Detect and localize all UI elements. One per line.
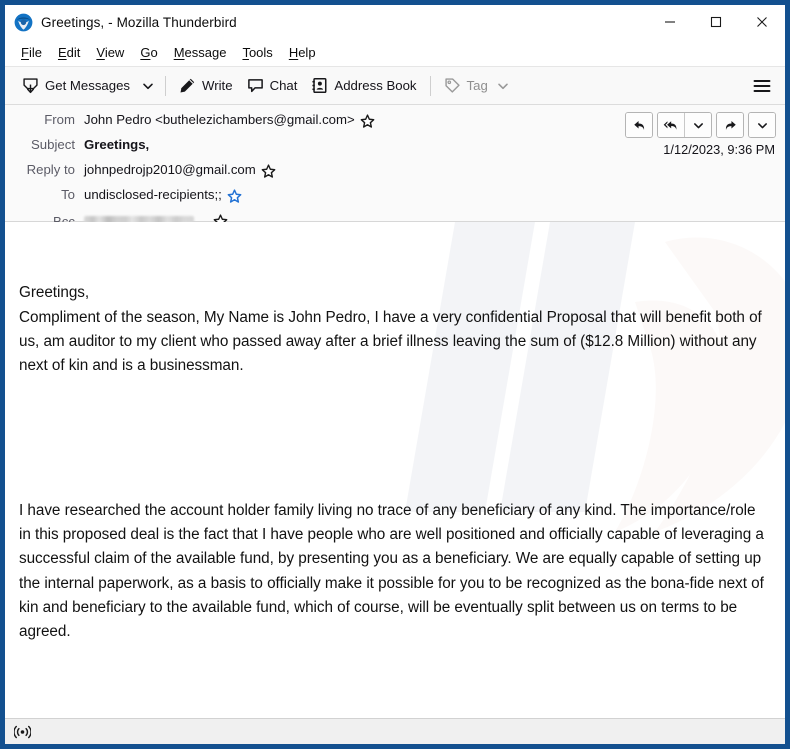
address-book-label: Address Book	[334, 78, 417, 93]
message-date: 1/12/2023, 9:36 PM	[663, 142, 775, 157]
to-value[interactable]: undisclosed-recipients;;	[84, 187, 222, 202]
from-label: From	[44, 112, 75, 127]
close-button[interactable]	[739, 5, 785, 39]
menu-go[interactable]: Go	[132, 42, 165, 64]
minimize-icon	[665, 21, 675, 23]
address-book-icon	[312, 77, 327, 94]
hamburger-menu-icon	[753, 79, 770, 92]
tag-icon	[444, 78, 460, 93]
star-outline-icon[interactable]	[360, 114, 375, 129]
write-label: Write	[202, 78, 233, 93]
reply-to-label: Reply to	[26, 162, 75, 177]
to-label: To	[61, 187, 75, 202]
chat-label: Chat	[269, 78, 298, 93]
to-value-wrap: undisclosed-recipients;;	[84, 187, 242, 204]
forward-arrow-icon	[725, 120, 736, 130]
tag-button[interactable]: Tag	[437, 72, 516, 99]
tag-label: Tag	[466, 78, 488, 93]
menu-bar: File Edit View Go Message Tools Help	[5, 40, 785, 67]
get-messages-label: Get Messages	[45, 78, 131, 93]
main-toolbar: Get Messages Write Chat Address Book Tag	[5, 67, 785, 105]
write-button[interactable]: Write	[172, 72, 240, 99]
window-title: Greetings, - Mozilla Thunderbird	[41, 14, 237, 30]
address-book-button[interactable]: Address Book	[304, 72, 423, 99]
broadcast-online-glyph	[13, 725, 31, 738]
thunderbird-logo-icon	[14, 13, 33, 31]
paragraph-gap-2	[19, 693, 770, 717]
subject-label: Subject	[31, 137, 75, 152]
star-outline-icon[interactable]	[261, 164, 276, 179]
maximize-button[interactable]	[693, 5, 739, 39]
more-actions-group	[748, 112, 776, 138]
chevron-down-icon	[143, 83, 153, 89]
menu-tools[interactable]: Tools	[234, 42, 280, 64]
speech-bubble-icon	[247, 79, 263, 93]
menu-view[interactable]: View	[88, 42, 132, 64]
reply-to-value-wrap: johnpedrojp2010@gmail.com	[84, 162, 276, 179]
from-value-wrap: John Pedro <buthelezichambers@gmail.com>	[84, 112, 375, 129]
header-row-reply-to: Reply to johnpedrojp2010@gmail.com	[5, 162, 785, 187]
app-menu-button[interactable]	[748, 72, 775, 99]
toolbar-separator-2	[429, 75, 431, 96]
thunderbird-window: Greetings, - Mozilla Thunderbird File Ed…	[5, 5, 785, 744]
header-row-to: To undisclosed-recipients;;	[5, 187, 785, 212]
window-controls	[647, 5, 785, 39]
reply-arrow-icon	[633, 120, 644, 130]
chat-button[interactable]: Chat	[240, 72, 305, 99]
more-actions-button[interactable]	[749, 113, 775, 137]
email-paragraph-1: Greetings, Compliment of the season, My …	[19, 284, 762, 375]
chevron-down-icon	[757, 122, 767, 128]
message-action-buttons	[625, 112, 776, 138]
status-bar	[5, 718, 785, 744]
maximize-icon	[710, 16, 722, 28]
reply-all-group	[657, 112, 712, 138]
from-value[interactable]: John Pedro <buthelezichambers@gmail.com>	[84, 112, 355, 127]
star-blue-icon[interactable]	[227, 189, 242, 204]
email-text: Greetings, Compliment of the season, My …	[19, 233, 770, 718]
reply-group	[625, 112, 653, 138]
forward-group	[716, 112, 744, 138]
subject-value: Greetings,	[84, 137, 150, 152]
close-icon	[757, 17, 767, 27]
reply-all-button[interactable]	[658, 113, 684, 137]
get-messages-dropdown[interactable]	[137, 72, 159, 99]
broadcast-online-icon[interactable]	[11, 723, 33, 741]
message-body[interactable]: Greetings, Compliment of the season, My …	[5, 222, 785, 718]
reply-all-arrow-icon	[663, 120, 677, 130]
get-messages-button[interactable]: Get Messages	[15, 72, 137, 99]
reply-to-value[interactable]: johnpedrojp2010@gmail.com	[84, 162, 256, 177]
window-frame: Greetings, - Mozilla Thunderbird File Ed…	[0, 0, 790, 749]
title-bar: Greetings, - Mozilla Thunderbird	[5, 5, 785, 40]
toolbar-separator-1	[165, 75, 167, 96]
download-inbox-icon	[23, 78, 38, 94]
pencil-icon	[180, 78, 195, 93]
menu-message[interactable]: Message	[166, 42, 235, 64]
chevron-down-icon	[497, 83, 508, 89]
menu-help[interactable]: Help	[281, 42, 324, 64]
chevron-down-icon	[693, 122, 703, 128]
reply-button[interactable]	[626, 113, 652, 137]
reply-menu-button[interactable]	[684, 113, 711, 137]
menu-edit[interactable]: Edit	[50, 42, 88, 64]
paragraph-gap-1	[19, 427, 770, 451]
email-paragraph-2: I have researched the account holder fam…	[19, 502, 769, 641]
forward-button[interactable]	[717, 113, 743, 137]
minimize-button[interactable]	[647, 5, 693, 39]
message-header: From John Pedro <buthelezichambers@gmail…	[5, 105, 785, 229]
menu-file[interactable]: File	[13, 42, 50, 64]
